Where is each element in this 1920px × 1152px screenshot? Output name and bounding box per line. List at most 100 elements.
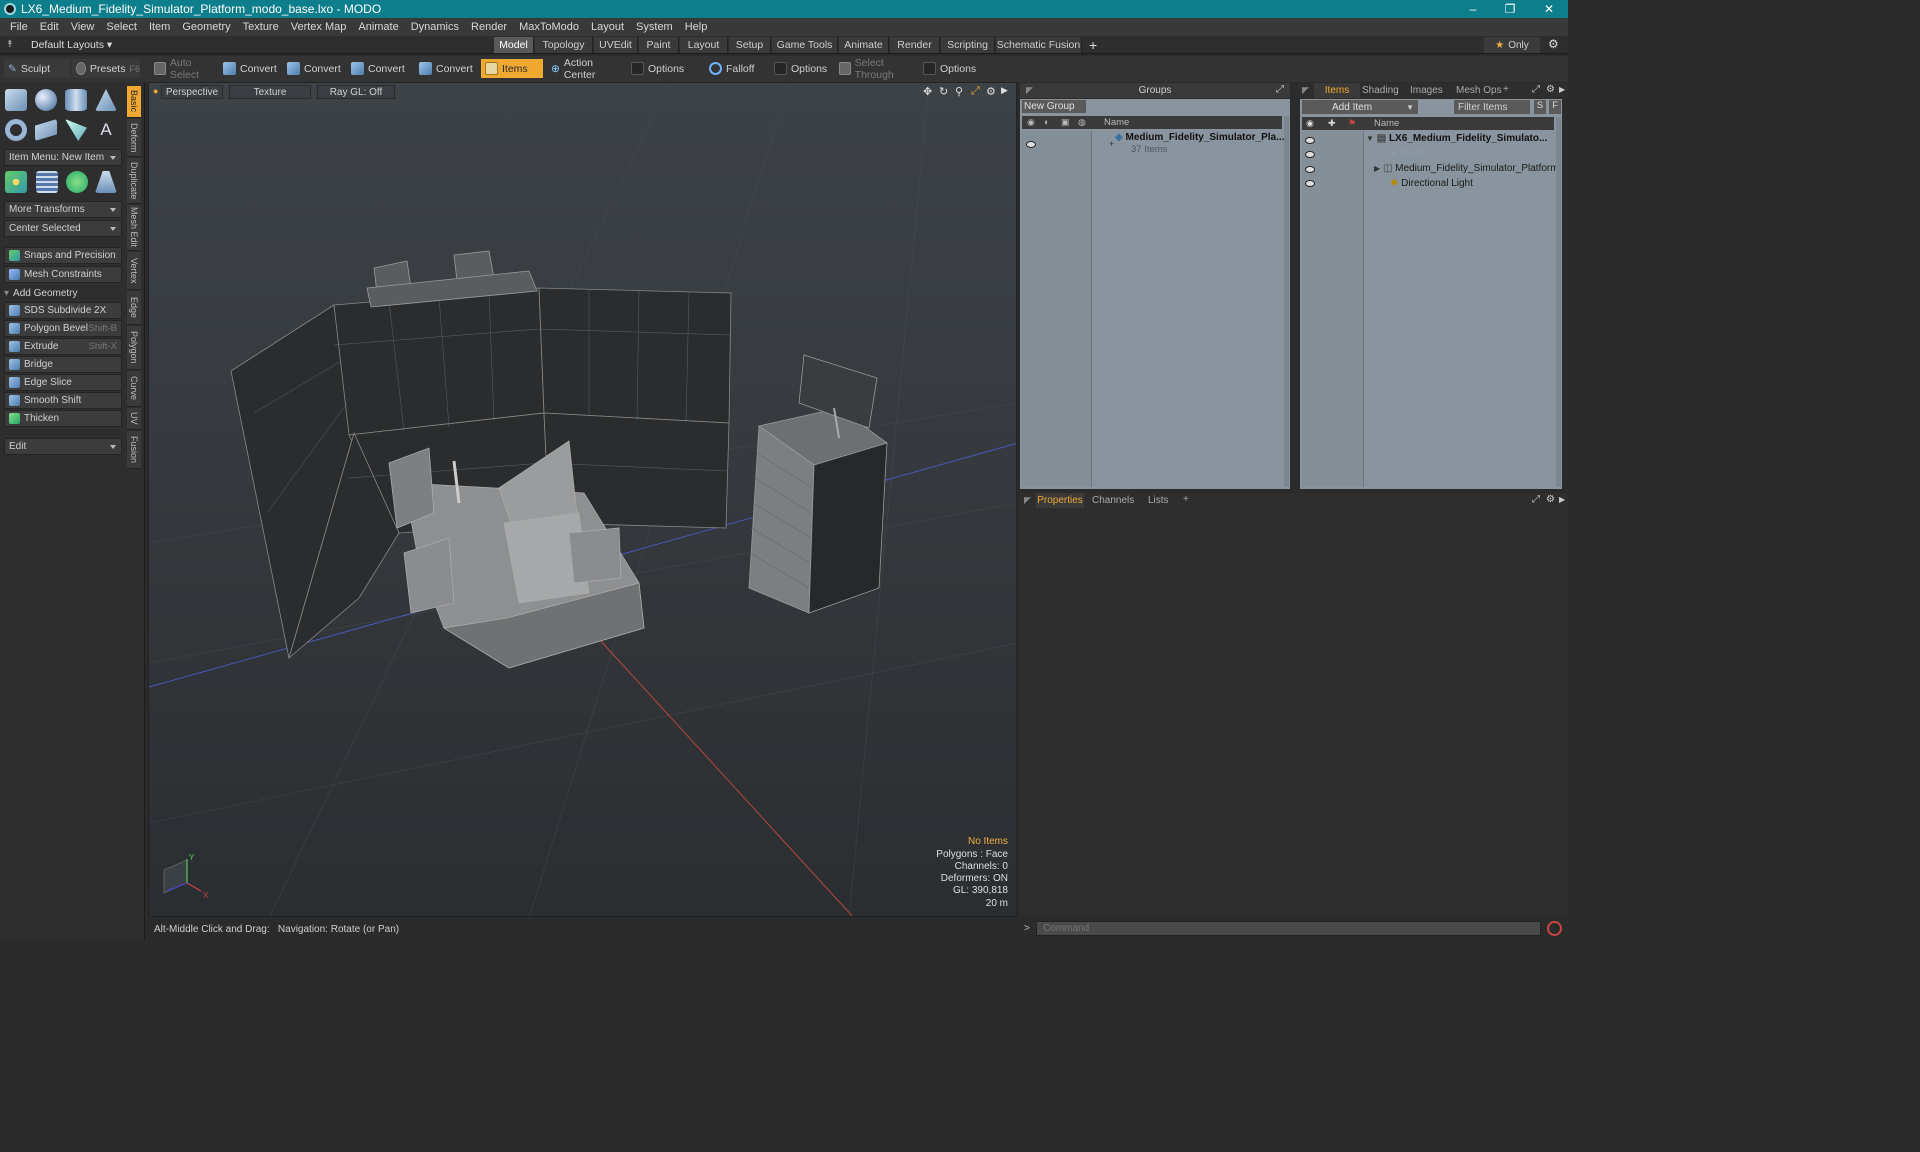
viewport-settings-icon[interactable]: ⚙ — [986, 85, 996, 98]
scene-visibility-toggle[interactable] — [1305, 137, 1315, 144]
light-row[interactable]: ✹ Directional Light — [1390, 178, 1473, 189]
menu-select[interactable]: Select — [100, 21, 143, 33]
options-checkbox-2[interactable] — [774, 62, 787, 75]
sphere-primitive-icon[interactable] — [35, 89, 57, 111]
tab-game-tools[interactable]: Game Tools — [772, 37, 838, 53]
viewport-menu-icon[interactable]: ● — [153, 86, 158, 96]
options-button-2[interactable]: Options — [770, 59, 832, 78]
vtab-uv[interactable]: UV — [127, 408, 141, 430]
menu-system[interactable]: System — [630, 21, 679, 33]
command-input[interactable] — [1036, 921, 1541, 936]
items-mode-button[interactable]: Items — [481, 59, 543, 78]
item-menu-dropdown[interactable]: Item Menu: New Item — [4, 149, 122, 166]
options-button-3[interactable]: Options — [919, 59, 987, 78]
mesh-constraints-button[interactable]: Mesh Constraints — [4, 266, 122, 283]
mesh-visibility-toggle[interactable] — [1305, 151, 1315, 158]
options-button-1[interactable]: Options — [627, 59, 703, 78]
panel-menu-icon[interactable]: ◤ — [1302, 85, 1309, 96]
light-visibility-toggle[interactable] — [1305, 180, 1315, 187]
vtab-vertex[interactable]: Vertex — [127, 252, 141, 290]
group-visibility-toggle[interactable] — [1026, 141, 1036, 148]
add-item-dropdown[interactable]: Add Item ▼ — [1302, 100, 1418, 114]
vtab-curve[interactable]: Curve — [127, 371, 141, 407]
gear-icon[interactable]: ⚙ — [1546, 494, 1555, 505]
tab-images[interactable]: Images — [1410, 85, 1443, 96]
tab-lists[interactable]: Lists — [1148, 495, 1169, 506]
cylinder-primitive-icon[interactable] — [65, 89, 87, 111]
viewport-more-icon[interactable]: ▶ — [1001, 85, 1008, 96]
menu-edit[interactable]: Edit — [34, 21, 65, 33]
menu-layout[interactable]: Layout — [585, 21, 630, 33]
new-group-button[interactable]: New Group — [1022, 100, 1086, 113]
minimize-button[interactable]: – — [1454, 0, 1492, 18]
tab-channels[interactable]: Channels — [1092, 495, 1134, 506]
group-item[interactable]: ◈ Medium_Fidelity_Simulator_Pla... — [1115, 132, 1284, 143]
only-toggle[interactable]: ★ Only — [1484, 37, 1540, 53]
expand-arrow-icon[interactable]: ▶ — [1374, 164, 1380, 173]
scene-row[interactable]: ▼ ▤ LX6_Medium_Fidelity_Simulato... — [1366, 133, 1547, 144]
default-layouts-dropdown[interactable]: Default Layouts ▾ — [31, 39, 112, 51]
tab-topology[interactable]: Topology — [535, 37, 593, 53]
close-button[interactable]: ✕ — [1530, 0, 1568, 18]
tab-items[interactable]: Items — [1314, 83, 1360, 98]
pen-tool-icon[interactable] — [65, 119, 87, 141]
collapse-arrow-icon[interactable]: ▼ — [1366, 134, 1374, 143]
pan-icon[interactable]: ✥ — [923, 85, 932, 98]
more-transforms-dropdown[interactable]: More Transforms — [4, 201, 122, 218]
tab-properties[interactable]: Properties — [1036, 493, 1084, 508]
rotate-tool-icon[interactable] — [66, 171, 88, 193]
menu-vertex-map[interactable]: Vertex Map — [285, 21, 353, 33]
add-tab-button[interactable]: + — [1183, 494, 1189, 505]
convert-button-2[interactable]: Convert — [283, 59, 345, 78]
vtab-duplicate[interactable]: Duplicate — [127, 158, 141, 204]
texture-dropdown[interactable]: Texture — [229, 85, 311, 99]
gear-icon[interactable]: ⚙ — [1546, 84, 1555, 95]
menu-dynamics[interactable]: Dynamics — [405, 21, 465, 33]
add-tab-button[interactable]: + — [1503, 84, 1509, 95]
tab-render[interactable]: Render — [890, 37, 940, 53]
scale-tool-icon[interactable] — [95, 171, 117, 193]
tab-shading[interactable]: Shading — [1362, 85, 1399, 96]
zoom-icon[interactable]: ⚲ — [955, 85, 963, 98]
perspective-dropdown[interactable]: Perspective — [161, 85, 223, 99]
thicken-button[interactable]: Thicken — [4, 410, 122, 427]
record-icon[interactable] — [1547, 921, 1562, 936]
menu-animate[interactable]: Animate — [352, 21, 404, 33]
sds-subdivide-button[interactable]: SDS Subdivide 2X — [4, 302, 122, 319]
capsule-primitive-icon[interactable] — [35, 119, 57, 141]
torus-primitive-icon[interactable] — [5, 119, 27, 141]
raygl-dropdown[interactable]: Ray GL: Off — [317, 85, 395, 99]
tab-animate[interactable]: Animate — [839, 37, 889, 53]
filter-s-button[interactable]: S — [1534, 100, 1546, 114]
platform-row[interactable]: ▶ ◫ Medium_Fidelity_Simulator_Platform — [1374, 163, 1559, 174]
options-checkbox-3[interactable] — [923, 62, 936, 75]
tab-scripting[interactable]: Scripting — [941, 37, 995, 53]
menu-geometry[interactable]: Geometry — [176, 21, 236, 33]
convert-button-3[interactable]: Convert — [347, 59, 409, 78]
add-tab-button[interactable]: + — [1089, 37, 1097, 53]
center-selected-dropdown[interactable]: Center Selected — [4, 220, 122, 237]
tab-layout[interactable]: Layout — [680, 37, 728, 53]
edge-slice-button[interactable]: Edge Slice — [4, 374, 122, 391]
convert-button-1[interactable]: Convert — [219, 59, 281, 78]
group-expand-icon[interactable]: + — [1109, 139, 1114, 149]
menu-file[interactable]: File — [4, 21, 34, 33]
menu-render[interactable]: Render — [465, 21, 513, 33]
vtab-polygon[interactable]: Polygon — [127, 326, 141, 370]
restore-button[interactable]: ❐ — [1491, 0, 1529, 18]
text-tool-icon[interactable]: A — [95, 119, 117, 141]
move-tool-icon[interactable] — [5, 171, 27, 193]
maximize-viewport-icon[interactable]: ⤢ — [971, 85, 980, 98]
vtab-deform[interactable]: Deform — [127, 119, 141, 157]
edit-dropdown[interactable]: Edit — [4, 438, 122, 455]
convert-button-4[interactable]: Convert — [415, 59, 477, 78]
panel-menu-icon[interactable]: ◤ — [1026, 85, 1033, 96]
tab-paint[interactable]: Paint — [639, 37, 679, 53]
gear-icon[interactable]: ⚙ — [1548, 37, 1559, 51]
menu-texture[interactable]: Texture — [237, 21, 285, 33]
groups-scrollbar[interactable] — [1284, 116, 1289, 487]
platform-visibility-toggle[interactable] — [1305, 166, 1315, 173]
panel-menu-icon[interactable]: ◤ — [1024, 495, 1031, 506]
collapse-icon[interactable]: ⯭ — [7, 39, 13, 50]
select-through-button[interactable]: Select Through — [835, 57, 917, 81]
